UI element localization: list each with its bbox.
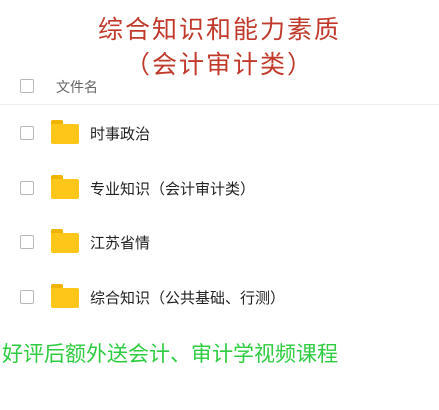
select-all-checkbox[interactable] [20,79,34,93]
folder-name[interactable]: 江苏省情 [90,232,150,253]
folder-name[interactable]: 综合知识（公共基础、行测） [90,287,285,308]
row-checkbox[interactable] [20,126,34,140]
file-list-header: 文件名 [0,70,439,105]
filename-column-header[interactable]: 文件名 [56,77,98,97]
title-line-1: 综合知识和能力素质 [97,15,341,44]
row-checkbox[interactable] [20,181,34,195]
folder-name[interactable]: 专业知识（会计审计类） [90,178,255,199]
folder-icon [51,284,79,308]
list-item[interactable]: 江苏省情 [0,222,439,262]
folder-name[interactable]: 时事政治 [90,123,150,144]
list-item[interactable]: 时事政治 [0,113,439,153]
folder-icon [51,120,79,144]
row-checkbox[interactable] [20,235,34,249]
list-item[interactable]: 综合知识（公共基础、行测） [0,277,439,317]
list-item[interactable]: 专业知识（会计审计类） [0,168,439,208]
folder-icon [51,175,79,199]
row-checkbox[interactable] [20,290,34,304]
folder-icon [51,229,79,253]
promo-text: 好评后额外送会计、审计学视频课程 [2,342,338,366]
